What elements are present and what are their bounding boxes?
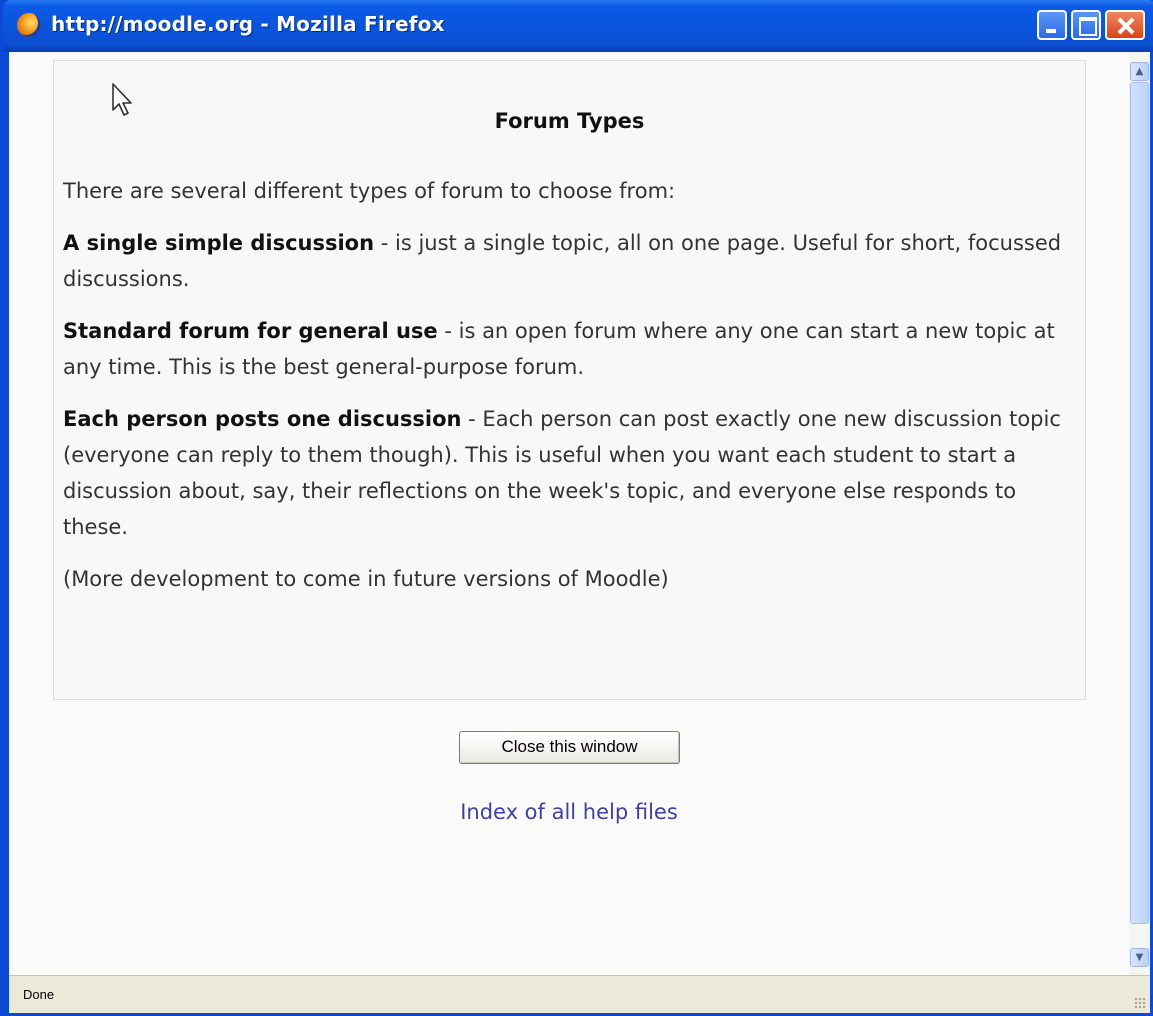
close-window-button[interactable] <box>1105 10 1145 40</box>
resize-grip-icon[interactable] <box>1134 997 1146 1009</box>
scroll-up-button[interactable]: ▲ <box>1130 62 1149 81</box>
maximize-icon <box>1073 12 1099 38</box>
intro-text: There are several different types of for… <box>63 179 676 203</box>
forum-type-name: A single simple discussion <box>63 231 375 255</box>
status-text: Done <box>23 987 55 1002</box>
title-bar[interactable]: http://moodle.org - Mozilla Firefox <box>3 0 1153 52</box>
forum-type-name: Standard forum for general use <box>63 319 438 343</box>
scrollbar-thumb[interactable] <box>1130 82 1149 924</box>
vertical-scrollbar[interactable]: ▲ ▼ <box>1129 52 1150 975</box>
maximize-button[interactable] <box>1071 10 1101 40</box>
help-body: There are several different types of for… <box>63 173 1063 613</box>
forum-type-item: Each person posts one discussion - Each … <box>63 401 1063 545</box>
mouse-pointer-icon <box>112 83 132 116</box>
note-text: (More development to come in future vers… <box>63 567 669 591</box>
browser-window: http://moodle.org - Mozilla Firefox Foru… <box>0 0 1153 1016</box>
minimize-icon <box>1039 12 1065 38</box>
chevron-down-icon: ▼ <box>1135 952 1144 963</box>
forum-type-name: Each person posts one discussion <box>63 407 462 431</box>
forum-type-item: A single simple discussion - is just a s… <box>63 225 1063 297</box>
chevron-up-icon: ▲ <box>1135 66 1144 77</box>
status-bar: Done <box>9 975 1150 1013</box>
index-of-help-files-link[interactable]: Index of all help files <box>9 800 1129 824</box>
help-content-box: Forum Types There are several different … <box>53 60 1086 700</box>
forum-type-item: Standard forum for general use - is an o… <box>63 313 1063 385</box>
close-icon <box>1107 12 1143 38</box>
minimize-button[interactable] <box>1037 10 1067 40</box>
scroll-down-button[interactable]: ▼ <box>1130 948 1149 967</box>
window-title: http://moodle.org - Mozilla Firefox <box>51 12 445 36</box>
page-viewport: Forum Types There are several different … <box>9 52 1129 975</box>
page-title: Forum Types <box>494 109 645 133</box>
close-this-window-button[interactable]: Close this window <box>459 731 680 764</box>
firefox-icon[interactable] <box>17 13 41 37</box>
